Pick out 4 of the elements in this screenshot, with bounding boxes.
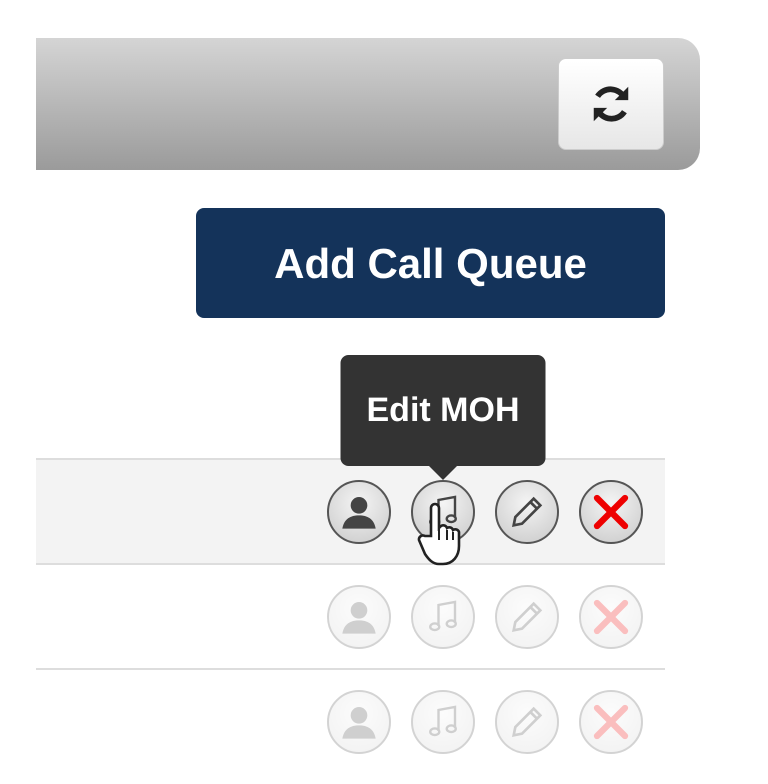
- tooltip-pointer: [429, 466, 457, 480]
- refresh-button[interactable]: [558, 58, 664, 150]
- add-call-queue-button[interactable]: Add Call Queue: [196, 208, 665, 318]
- tooltip: Edit MOH: [340, 354, 546, 466]
